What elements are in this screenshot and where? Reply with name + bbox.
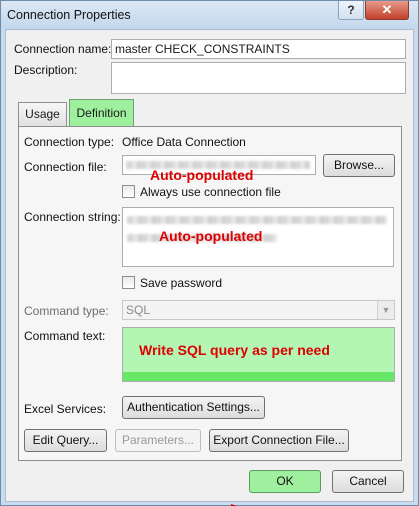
description-input[interactable]: [111, 62, 406, 94]
browse-label: Browse...: [333, 158, 384, 172]
authentication-settings-button[interactable]: Authentication Settings...: [122, 396, 265, 419]
definition-panel: Connection type: Office Data Connection …: [18, 126, 402, 461]
dialog-title: Connection Properties: [7, 8, 131, 22]
connection-string-input[interactable]: Auto-populated: [122, 207, 394, 267]
help-button[interactable]: ?: [338, 1, 364, 20]
cancel-button[interactable]: Cancel: [332, 470, 404, 493]
parameters-button[interactable]: Parameters...: [115, 429, 201, 452]
sql-annotation: Write SQL query as per need: [139, 342, 330, 358]
tab-definition[interactable]: Definition: [69, 99, 134, 127]
edit-query-button[interactable]: Edit Query...: [24, 429, 107, 452]
connection-name-label: Connection name:: [14, 42, 112, 56]
close-button[interactable]: ✕: [365, 1, 409, 20]
connection-properties-dialog: Connection Properties ? ✕ Connection nam…: [0, 0, 419, 506]
connection-file-label: Connection file:: [24, 160, 107, 174]
always-use-label: Always use connection file: [140, 185, 281, 199]
tab-usage[interactable]: Usage: [18, 102, 67, 126]
connection-type-label: Connection type:: [24, 135, 115, 149]
command-type-select[interactable]: SQL ▼: [122, 300, 395, 320]
ok-button[interactable]: OK: [249, 470, 321, 493]
description-label: Description:: [14, 63, 78, 77]
connection-string-label: Connection string:: [24, 210, 121, 224]
save-password-checkbox[interactable]: [122, 276, 135, 289]
command-text-input[interactable]: Write SQL query as per need: [122, 327, 395, 382]
title-bar: Connection Properties ? ✕: [1, 1, 418, 29]
connection-type-value: Office Data Connection: [122, 135, 246, 149]
excel-services-label: Excel Services:: [24, 402, 107, 416]
cancel-label: Cancel: [349, 474, 387, 488]
save-password-label: Save password: [140, 276, 223, 290]
string-annotation: Auto-populated: [159, 228, 263, 244]
ok-label: OK: [276, 474, 294, 488]
tab-definition-label: Definition: [76, 106, 127, 120]
browse-button[interactable]: Browse...: [323, 154, 395, 177]
authentication-settings-label: Authentication Settings...: [127, 400, 260, 414]
connection-name-value: master CHECK_CONSTRAINTS: [115, 42, 290, 56]
parameters-label: Parameters...: [121, 433, 195, 447]
export-connection-file-button[interactable]: Export Connection File...: [209, 429, 349, 452]
chevron-down-icon: ▼: [377, 301, 394, 319]
command-text-label: Command text:: [24, 329, 106, 343]
file-annotation: Auto-populated: [150, 167, 254, 183]
redacted-string-line-1: [127, 216, 387, 224]
tab-usage-label: Usage: [25, 107, 60, 121]
always-use-checkbox[interactable]: [122, 185, 135, 198]
dialog-body: Connection name: master CHECK_CONSTRAINT…: [5, 29, 414, 506]
export-connection-file-label: Export Connection File...: [213, 433, 345, 447]
command-type-label: Command type:: [24, 304, 109, 318]
command-type-value: SQL: [126, 303, 151, 317]
connection-name-input[interactable]: master CHECK_CONSTRAINTS: [111, 39, 406, 59]
command-text-scroll-strip: [123, 372, 394, 381]
edit-query-label: Edit Query...: [32, 433, 99, 447]
